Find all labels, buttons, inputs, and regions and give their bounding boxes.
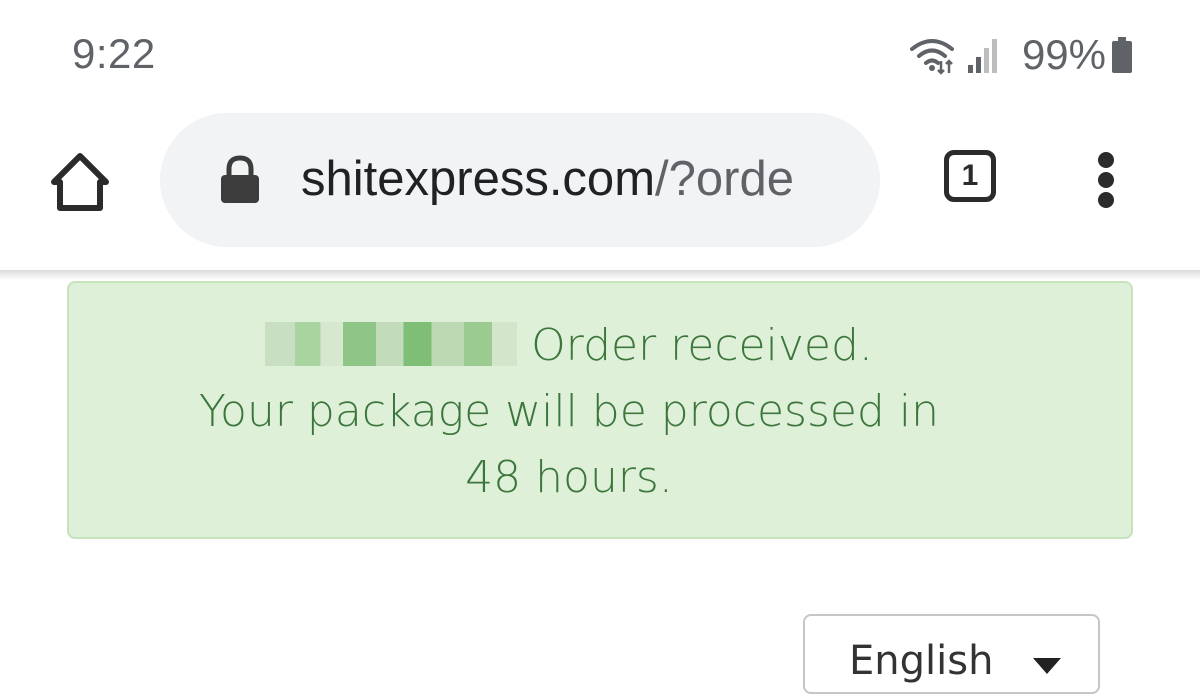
home-button[interactable]	[46, 148, 114, 216]
status-icons: 99%	[908, 30, 1134, 80]
alert-line-2: Your package will be processed in 48 hou…	[199, 386, 939, 503]
tab-count: 1	[961, 159, 979, 192]
alert-line-1: Order received.	[531, 320, 873, 371]
battery-percent: 99%	[1021, 31, 1106, 78]
url-path: /?orde	[655, 152, 794, 206]
status-bar: 9:22 99%	[0, 0, 1200, 110]
language-select-value: English	[849, 638, 994, 684]
wifi-icon	[908, 35, 956, 75]
status-time: 9:22	[72, 30, 156, 77]
battery-icon	[1110, 35, 1134, 75]
language-select[interactable]: English	[803, 614, 1100, 694]
toolbar-shadow	[0, 270, 1200, 280]
address-bar[interactable]: shitexpress.com/?orde	[160, 113, 880, 247]
caret-down-icon	[1033, 658, 1061, 679]
lock-icon	[220, 155, 260, 210]
alert-message: Order received. Your package will be pro…	[69, 313, 1069, 511]
redacted-order-id	[265, 322, 518, 366]
url-text[interactable]: shitexpress.com/?orde	[301, 149, 794, 209]
tab-switcher-button[interactable]: 1	[944, 150, 996, 202]
browser-toolbar: shitexpress.com/?orde 1	[0, 110, 1200, 272]
order-success-alert: Order received. Your package will be pro…	[67, 281, 1133, 539]
url-host: shitexpress.com	[301, 152, 656, 206]
more-menu-button[interactable]	[1090, 150, 1122, 240]
home-icon	[51, 153, 109, 211]
signal-icon	[966, 35, 1000, 75]
more-vert-icon	[1098, 152, 1114, 208]
